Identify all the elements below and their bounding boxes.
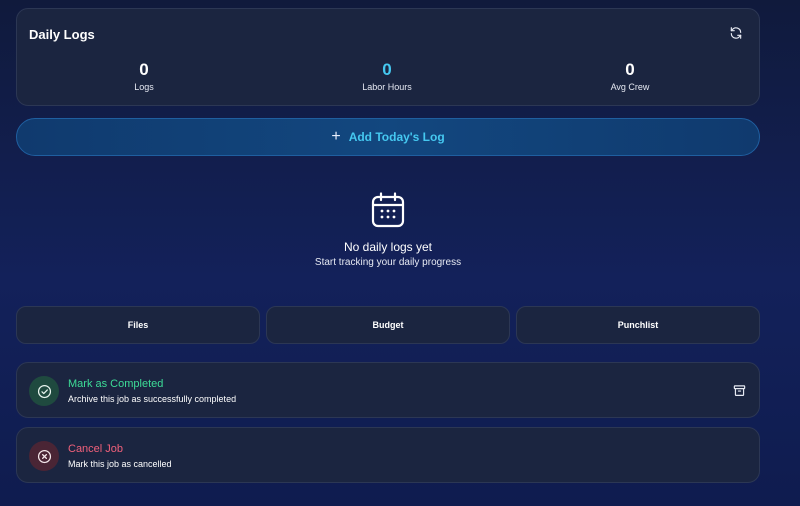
- empty-state-title: No daily logs yet: [343, 240, 433, 254]
- stat-logs: 0 Logs: [84, 60, 204, 93]
- mark-completed-title: Mark as Completed: [68, 378, 164, 390]
- stat-avg-crew-value: 0: [625, 60, 635, 79]
- cancel-job-card[interactable]: Cancel Job Mark this job as cancelled: [16, 427, 760, 483]
- budget-button[interactable]: Budget: [266, 306, 510, 344]
- add-todays-log-label: Add Today's Log: [348, 130, 445, 144]
- stat-labor-hours-label: Labor Hours: [362, 82, 412, 92]
- daily-logs-card: Daily Logs 0 Logs 0 Labor Hours 0 Avg Cr…: [16, 8, 760, 106]
- files-button[interactable]: Files: [16, 306, 260, 344]
- archive-icon[interactable]: [733, 384, 746, 397]
- empty-state-subtitle: Start tracking your daily progress: [314, 257, 462, 268]
- check-circle-icon: [29, 376, 59, 406]
- stat-labor-hours-value: 0: [382, 60, 392, 79]
- punchlist-button[interactable]: Punchlist: [516, 306, 760, 344]
- empty-state: No daily logs yet Start tracking your da…: [16, 192, 760, 268]
- stat-avg-crew: 0 Avg Crew: [570, 60, 690, 93]
- stat-logs-label: Logs: [134, 82, 154, 92]
- mark-completed-card[interactable]: Mark as Completed Archive this job as su…: [16, 362, 760, 418]
- mark-completed-description: Archive this job as successfully complet…: [68, 394, 237, 404]
- cancel-job-description: Mark this job as cancelled: [68, 459, 172, 469]
- refresh-icon[interactable]: [729, 26, 743, 40]
- stat-labor-hours: 0 Labor Hours: [327, 60, 447, 93]
- calendar-icon: [371, 192, 405, 228]
- plus-icon: +: [331, 128, 341, 145]
- add-todays-log-button[interactable]: + Add Today's Log: [16, 118, 760, 156]
- x-circle-icon: [29, 441, 59, 471]
- cancel-job-title: Cancel Job: [68, 443, 124, 455]
- stat-logs-value: 0: [139, 60, 149, 79]
- daily-logs-title: Daily Logs: [29, 27, 95, 42]
- stat-avg-crew-label: Avg Crew: [610, 82, 650, 92]
